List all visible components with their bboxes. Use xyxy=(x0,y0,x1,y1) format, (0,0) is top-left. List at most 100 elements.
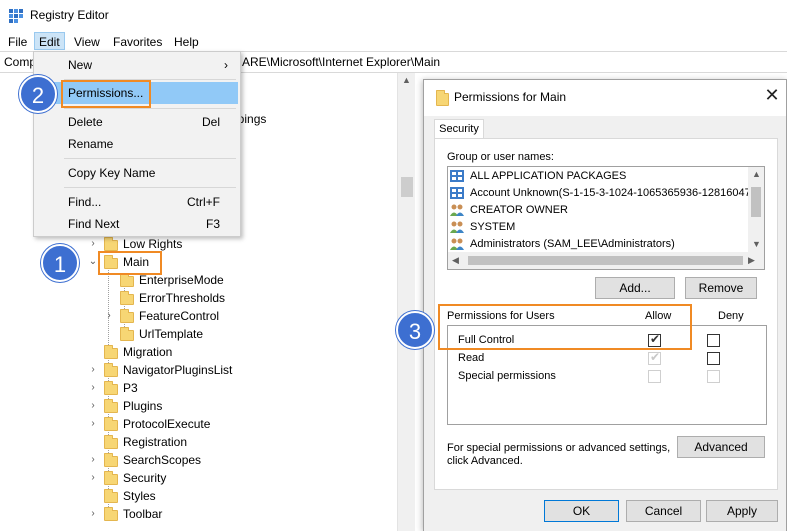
menu-item-label: Find Next xyxy=(68,217,120,231)
chevron-right-icon[interactable]: › xyxy=(88,379,98,397)
tree-item-label: P3 xyxy=(123,381,138,395)
close-icon[interactable]: ✕ xyxy=(762,86,782,106)
chevron-right-icon[interactable]: › xyxy=(88,505,98,523)
dialog-footer: OK Cancel Apply xyxy=(424,496,786,531)
menu-favorites[interactable]: Favorites xyxy=(109,33,166,51)
user-name: ALL APPLICATION PACKAGES xyxy=(470,170,627,182)
menu-item-label: New xyxy=(68,58,93,72)
ok-button[interactable]: OK xyxy=(544,500,619,522)
scroll-left-arrow-icon[interactable]: ◀ xyxy=(452,255,459,266)
menu-item-rename[interactable]: Rename xyxy=(36,133,238,155)
users-scroll-thumb[interactable] xyxy=(751,187,761,217)
folder-icon xyxy=(104,417,118,431)
cancel-button[interactable]: Cancel xyxy=(626,500,701,522)
chevron-right-icon[interactable]: › xyxy=(88,361,98,379)
folder-icon xyxy=(104,363,118,377)
menu-item-delete[interactable]: Delete Del xyxy=(36,111,238,133)
checkmark-icon: ✔ xyxy=(650,350,661,364)
users-list[interactable]: ALL APPLICATION PACKAGES Account Unknown… xyxy=(447,166,765,270)
folder-icon xyxy=(104,471,118,485)
remove-button[interactable]: Remove xyxy=(685,277,757,299)
tree-item-navigatorpluginslist[interactable]: › NavigatorPluginsList xyxy=(88,361,288,379)
folder-icon xyxy=(120,309,134,323)
chevron-right-icon[interactable]: › xyxy=(88,469,98,487)
folder-icon xyxy=(120,291,134,305)
step-badge-1: 1 xyxy=(41,244,79,282)
menu-view[interactable]: View xyxy=(70,33,104,51)
menu-item-label: Rename xyxy=(68,137,114,151)
step-badge-2: 2 xyxy=(19,75,57,113)
tree-item-styles[interactable]: Styles xyxy=(88,487,288,505)
users-icon xyxy=(450,221,464,233)
tree-item-protocolexecute[interactable]: › ProtocolExecute xyxy=(88,415,288,433)
tree-item-label: Registration xyxy=(123,435,188,449)
tree-item-urltemplate[interactable]: UrlTemplate xyxy=(104,325,264,343)
full-control-deny-checkbox[interactable] xyxy=(707,334,720,347)
folder-icon xyxy=(104,237,118,251)
deny-header: Deny xyxy=(718,310,744,322)
tree-scrollbar[interactable]: ▲ xyxy=(397,73,415,531)
tree-item-label: ErrorThresholds xyxy=(139,291,226,305)
main-key-highlight xyxy=(98,251,162,275)
scroll-right-arrow-icon[interactable]: ▶ xyxy=(748,255,755,266)
users-vertical-scrollbar[interactable]: ▲ ▼ xyxy=(748,167,764,253)
tree-item-migration[interactable]: Migration xyxy=(88,343,288,361)
user-name: SYSTEM xyxy=(470,221,516,233)
menu-item-copy-key-name[interactable]: Copy Key Name xyxy=(36,162,238,184)
chevron-down-icon[interactable]: ⌄ xyxy=(88,253,98,271)
tree-item-label: Plugins xyxy=(123,399,163,413)
apply-button[interactable]: Apply xyxy=(706,500,778,522)
tree-scrollbar-thumb[interactable] xyxy=(401,177,413,197)
menu-item-shortcut: Del xyxy=(201,115,220,129)
menu-help[interactable]: Help xyxy=(170,33,203,51)
chevron-right-icon[interactable]: › xyxy=(88,451,98,469)
folder-icon xyxy=(104,435,118,449)
tree-item-errorthresholds[interactable]: ErrorThresholds xyxy=(104,289,264,307)
user-name: Account Unknown(S-1-15-3-1024-1065365936… xyxy=(470,187,757,199)
scroll-down-arrow-icon[interactable]: ▼ xyxy=(752,239,761,249)
menu-edit[interactable]: Edit xyxy=(34,32,65,50)
menu-item-new[interactable]: New › xyxy=(36,54,238,76)
users-horizontal-scrollbar[interactable]: ◀ ▶ xyxy=(448,252,764,269)
tree-item-p3[interactable]: › P3 xyxy=(88,379,288,397)
permission-name: Special permissions xyxy=(458,370,556,382)
read-deny-checkbox[interactable] xyxy=(707,352,720,365)
tree-item-label: ProtocolExecute xyxy=(123,417,211,431)
advanced-button[interactable]: Advanced xyxy=(677,436,765,458)
scroll-up-arrow-icon[interactable]: ▲ xyxy=(402,75,411,85)
tree-item-registration[interactable]: Registration xyxy=(88,433,288,451)
menu-item-shortcut: F3 xyxy=(205,217,220,231)
menu-item-find-next[interactable]: Find Next F3 xyxy=(36,213,238,235)
folder-icon xyxy=(436,90,449,106)
tree-item-featurecontrol[interactable]: › FeatureControl xyxy=(104,307,264,325)
users-hscroll-thumb[interactable] xyxy=(468,256,743,265)
chevron-right-icon[interactable]: › xyxy=(88,397,98,415)
menu-item-label: Copy Key Name xyxy=(68,166,156,180)
menu-file[interactable]: File xyxy=(4,33,31,51)
tree-item-searchscopes[interactable]: › SearchScopes xyxy=(88,451,288,469)
add-button[interactable]: Add... xyxy=(595,277,675,299)
step-badge-3: 3 xyxy=(396,311,434,349)
title-bar: Registry Editor xyxy=(0,0,787,30)
chevron-right-icon[interactable]: › xyxy=(104,307,114,325)
tree-item-toolbar[interactable]: › Toolbar xyxy=(88,505,288,523)
menu-item-find[interactable]: Find... Ctrl+F xyxy=(36,191,238,213)
submenu-arrow-icon: › xyxy=(224,58,228,72)
menu-separator xyxy=(64,108,236,109)
menu-item-shortcut: Ctrl+F xyxy=(187,195,220,209)
scroll-up-arrow-icon[interactable]: ▲ xyxy=(752,169,761,179)
folder-icon xyxy=(104,381,118,395)
tree-item-label: Security xyxy=(123,471,167,485)
chevron-right-icon[interactable]: › xyxy=(88,415,98,433)
chevron-right-icon[interactable]: › xyxy=(88,235,98,253)
tree-item-label: Migration xyxy=(123,345,173,359)
group-icon xyxy=(450,170,464,182)
read-allow-checkbox[interactable]: ✔ xyxy=(648,350,661,365)
folder-icon xyxy=(120,273,134,287)
permissions-highlight xyxy=(61,80,151,108)
tab-security[interactable]: Security xyxy=(434,119,484,139)
user-name: CREATOR OWNER xyxy=(470,204,568,216)
address-tail: ARE\Microsoft\Internet Explorer\Main xyxy=(242,55,441,69)
tree-item-plugins[interactable]: › Plugins xyxy=(88,397,288,415)
tree-item-security[interactable]: › Security xyxy=(88,469,288,487)
